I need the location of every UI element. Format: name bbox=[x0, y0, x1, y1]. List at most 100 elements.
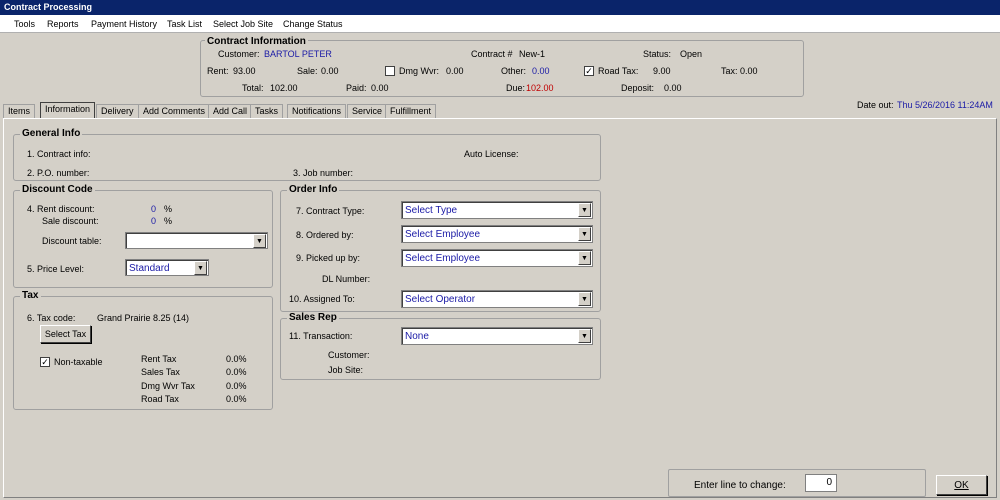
price-level-label: 5. Price Level: bbox=[27, 264, 85, 274]
sale-discount-label: Sale discount: bbox=[42, 216, 99, 226]
sale-discount-percent: % bbox=[164, 216, 173, 226]
menu-bar: Tools Reports Payment History Task List … bbox=[0, 15, 1000, 33]
po-number-label: 2. P.O. number: bbox=[27, 168, 90, 178]
sale-value: 0.00 bbox=[321, 66, 339, 76]
rent-discount-value: 0 bbox=[151, 204, 157, 214]
tab-add-call[interactable]: Add Call bbox=[208, 104, 253, 118]
transaction-dropdown[interactable]: None ▼ bbox=[401, 327, 593, 345]
order-info-title: Order Info bbox=[287, 184, 340, 195]
chevron-down-icon: ▼ bbox=[578, 227, 591, 241]
sales-rep-group: Sales Rep 11. Transaction: None ▼ Custom… bbox=[280, 312, 601, 380]
job-number-label: 3. Job number: bbox=[293, 168, 354, 178]
general-info-group: General Info 1. Contract info: Auto Lice… bbox=[13, 128, 601, 181]
price-level-dropdown[interactable]: Standard ▼ bbox=[125, 259, 209, 276]
contract-type-label: 7. Contract Type: bbox=[296, 206, 365, 216]
ok-button[interactable]: OK bbox=[936, 475, 987, 495]
tab-add-comments[interactable]: Add Comments bbox=[138, 104, 211, 118]
tax-title: Tax bbox=[20, 290, 41, 301]
menu-select-job-site[interactable]: Select Job Site bbox=[213, 19, 273, 29]
due-value: 102.00 bbox=[526, 83, 554, 93]
dmg-wvr-tax-label: Dmg Wvr Tax bbox=[141, 381, 195, 391]
other-label: Other: bbox=[501, 66, 527, 76]
contract-info-group: Contract Information Customer: BARTOL PE… bbox=[200, 36, 804, 97]
discount-code-group: Discount Code 4. Rent discount: 0 % Sale… bbox=[13, 184, 273, 288]
window-title: Contract Processing bbox=[4, 2, 93, 12]
road-tax-checkbox[interactable]: ✓ bbox=[584, 66, 594, 76]
tax-code-label: 6. Tax code: bbox=[27, 313, 76, 323]
ordered-by-value: Select Employee bbox=[405, 229, 481, 240]
contract-type-value: Select Type bbox=[405, 205, 458, 216]
discount-code-title: Discount Code bbox=[20, 184, 95, 195]
road-tax-row-label: Road Tax bbox=[141, 394, 179, 404]
dmg-wvr-checkbox[interactable] bbox=[385, 66, 395, 76]
order-info-group: Order Info 7. Contract Type: Select Type… bbox=[280, 184, 601, 312]
sales-rep-customer-label: Customer: bbox=[328, 350, 370, 360]
sale-discount-value: 0 bbox=[151, 216, 157, 226]
sales-tax-label: Sales Tax bbox=[141, 367, 180, 377]
menu-reports[interactable]: Reports bbox=[47, 19, 79, 29]
chevron-down-icon: ▼ bbox=[253, 234, 266, 248]
menu-task-list[interactable]: Task List bbox=[167, 19, 202, 29]
contract-type-dropdown[interactable]: Select Type ▼ bbox=[401, 201, 593, 219]
customer-value: BARTOL PETER bbox=[264, 49, 332, 59]
discount-table-dropdown[interactable]: ▼ bbox=[125, 232, 268, 249]
deposit-label: Deposit: bbox=[621, 83, 655, 93]
picked-up-by-label: 9. Picked up by: bbox=[296, 253, 361, 263]
status-value: Open bbox=[680, 49, 703, 59]
assigned-to-label: 10. Assigned To: bbox=[289, 294, 355, 304]
date-out-label: Date out: bbox=[857, 100, 894, 110]
assigned-to-dropdown[interactable]: Select Operator ▼ bbox=[401, 290, 593, 308]
ordered-by-dropdown[interactable]: Select Employee ▼ bbox=[401, 225, 593, 243]
select-tax-button[interactable]: Select Tax bbox=[40, 325, 91, 343]
other-value: 0.00 bbox=[532, 66, 550, 76]
auto-license-label: Auto License: bbox=[464, 149, 519, 159]
tax-code-value: Grand Prairie 8.25 (14) bbox=[97, 313, 190, 323]
non-taxable-label: Non-taxable bbox=[54, 357, 103, 367]
contract-number-label: Contract # bbox=[471, 49, 513, 59]
total-label: Total: bbox=[242, 83, 264, 93]
tab-delivery[interactable]: Delivery bbox=[96, 104, 139, 118]
menu-tools[interactable]: Tools bbox=[14, 19, 35, 29]
chevron-down-icon: ▼ bbox=[578, 292, 591, 306]
tab-items[interactable]: Items bbox=[3, 104, 36, 118]
chevron-down-icon: ▼ bbox=[578, 251, 591, 265]
tax-group: Tax 6. Tax code: Grand Prairie 8.25 (14)… bbox=[13, 290, 273, 410]
tax-label: Tax: bbox=[721, 66, 738, 76]
rent-value: 93.00 bbox=[233, 66, 256, 76]
enter-line-input[interactable]: 0 bbox=[805, 474, 837, 492]
title-bar: Contract Processing bbox=[0, 0, 1000, 15]
non-taxable-checkbox[interactable]: ✓ bbox=[40, 357, 50, 367]
enter-line-panel: Enter line to change: 0 bbox=[668, 469, 926, 497]
sales-rep-title: Sales Rep bbox=[287, 312, 339, 323]
rent-discount-label: 4. Rent discount: bbox=[27, 204, 95, 214]
picked-up-by-value: Select Employee bbox=[405, 253, 481, 264]
picked-up-by-dropdown[interactable]: Select Employee ▼ bbox=[401, 249, 593, 267]
rent-tax-value: 0.0% bbox=[226, 354, 247, 364]
tab-service[interactable]: Service bbox=[347, 104, 388, 118]
contract-info-field-label: 1. Contract info: bbox=[27, 149, 91, 159]
dmg-wvr-tax-value: 0.0% bbox=[226, 381, 247, 391]
date-out-value: Thu 5/26/2016 11:24AM bbox=[897, 100, 993, 110]
tab-fulfillment[interactable]: Fulfillment bbox=[385, 104, 437, 118]
general-info-title: General Info bbox=[20, 128, 83, 139]
tab-notifications[interactable]: Notifications bbox=[287, 104, 347, 118]
assigned-to-value: Select Operator bbox=[405, 294, 476, 305]
rent-tax-label: Rent Tax bbox=[141, 354, 177, 364]
rent-discount-percent: % bbox=[164, 204, 173, 214]
tab-tasks[interactable]: Tasks bbox=[250, 104, 284, 118]
menu-payment-history[interactable]: Payment History bbox=[91, 19, 157, 29]
sales-tax-value: 0.0% bbox=[226, 367, 247, 377]
chevron-down-icon: ▼ bbox=[578, 203, 591, 217]
ordered-by-label: 8. Ordered by: bbox=[296, 230, 354, 240]
chevron-down-icon: ▼ bbox=[194, 261, 207, 275]
road-tax-row-value: 0.0% bbox=[226, 394, 247, 404]
tab-information[interactable]: Information bbox=[40, 102, 96, 118]
sale-label: Sale: bbox=[297, 66, 318, 76]
enter-line-label: Enter line to change: bbox=[694, 480, 786, 491]
customer-label: Customer: bbox=[218, 49, 260, 59]
menu-change-status[interactable]: Change Status bbox=[283, 19, 343, 29]
contract-info-title: Contract Information bbox=[205, 36, 308, 47]
paid-value: 0.00 bbox=[371, 83, 389, 93]
transaction-label: 11. Transaction: bbox=[289, 331, 353, 341]
tax-value: 0.00 bbox=[740, 66, 758, 76]
